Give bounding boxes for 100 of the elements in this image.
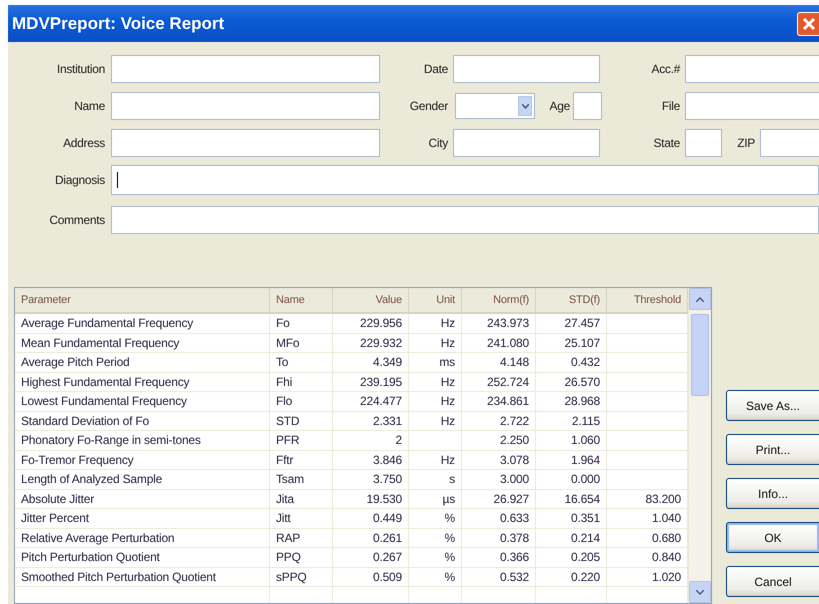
table-cell: Phonatory Fo-Range in semi-tones — [15, 430, 270, 450]
table-cell: Tsam — [270, 470, 332, 489]
gender-dropdown[interactable] — [455, 93, 535, 119]
table-cell: 0.432 — [536, 352, 606, 372]
table-cell: 3.750 — [332, 470, 408, 489]
table-cell: 1.964 — [536, 450, 606, 470]
table-cell: To — [270, 352, 332, 372]
input-field[interactable] — [111, 206, 819, 234]
table-cell: 4.148 — [462, 352, 536, 372]
input-field[interactable] — [685, 129, 722, 157]
table-cell: Fftr — [270, 450, 332, 470]
column-header[interactable]: Unit — [408, 288, 462, 313]
table-cell: 1.020 — [606, 567, 688, 586]
table-cell: 0.532 — [462, 567, 536, 586]
table-cell: 3.000 — [462, 470, 536, 489]
text-cursor — [117, 172, 118, 188]
field-label: Acc.# — [650, 62, 680, 76]
table-cell: 0.680 — [606, 528, 688, 548]
table-cell: PPQ — [270, 548, 332, 567]
table-cell: 1.060 — [536, 430, 606, 450]
field-label: State — [652, 136, 680, 150]
table-cell: 0.214 — [536, 528, 606, 548]
column-header[interactable]: Parameter — [15, 288, 270, 313]
table-cell: 2 — [332, 430, 408, 450]
table-cell: Jitter Percent — [15, 508, 270, 528]
table-cell: 26.927 — [462, 489, 536, 508]
scroll-down-button[interactable] — [689, 581, 711, 603]
dialog-button[interactable]: Cancel — [726, 566, 819, 597]
table-cell: Mean Fundamental Frequency — [15, 333, 270, 352]
field-label: File — [660, 99, 680, 113]
table-cell: ms — [408, 352, 462, 372]
table-cell: 27.457 — [536, 313, 606, 333]
input-field[interactable] — [685, 55, 819, 83]
table-cell: STD — [270, 411, 332, 430]
table-cell: 2.722 — [462, 411, 536, 430]
input-field[interactable] — [111, 92, 380, 120]
table-cell: 229.932 — [332, 333, 408, 352]
table-cell: 0.261 — [332, 528, 408, 548]
close-icon — [802, 16, 816, 30]
field-label: Institution — [56, 62, 105, 76]
input-field[interactable] — [685, 92, 819, 120]
table-cell: Pitch Perturbation Quotient — [15, 548, 270, 567]
table-cell: 252.724 — [462, 372, 536, 392]
field-label: Address — [62, 136, 105, 150]
scroll-up-button[interactable] — [689, 288, 711, 310]
input-field[interactable] — [111, 129, 380, 157]
table-cell: 0.205 — [536, 548, 606, 567]
field-label: Comments — [48, 213, 105, 227]
input-field[interactable] — [453, 55, 600, 83]
table-cell: 3.846 — [332, 450, 408, 470]
column-header[interactable]: Norm(f) — [462, 288, 536, 313]
dialog-button[interactable]: Print... — [726, 434, 819, 465]
column-header[interactable]: Threshold — [606, 288, 688, 313]
table-cell: 83.200 — [606, 489, 688, 508]
dialog-button[interactable]: OK — [726, 522, 819, 553]
table-cell: Hz — [408, 313, 462, 333]
dialog-button[interactable]: Info... — [726, 478, 819, 509]
table-cell: Hz — [408, 372, 462, 392]
table-cell: 16.654 — [536, 489, 606, 508]
table-cell: Highest Fundamental Frequency — [15, 372, 270, 392]
column-header[interactable]: Name — [270, 288, 332, 313]
field-label: Age — [548, 99, 570, 113]
table-cell: sPPQ — [270, 567, 332, 586]
table-cell: Relative Average Perturbation — [15, 528, 270, 548]
window-title: MDVPreport: Voice Report — [11, 14, 224, 34]
chevron-down-icon — [696, 590, 704, 594]
input-field[interactable] — [760, 129, 819, 157]
table-cell: Jitt — [270, 508, 332, 528]
dialog-button[interactable]: Save As... — [726, 390, 819, 421]
table-cell: Fo — [270, 313, 332, 333]
table-cell: Average Fundamental Frequency — [15, 313, 270, 333]
input-field[interactable] — [111, 165, 819, 195]
scrollbar-thumb[interactable] — [691, 314, 709, 396]
table-cell: 3.078 — [462, 450, 536, 470]
field-label: Date — [422, 62, 448, 76]
table-cell: 2.115 — [536, 411, 606, 430]
table-cell: 0.449 — [332, 508, 408, 528]
table-cell: Standard Deviation of Fo — [15, 411, 270, 430]
table-cell: 0.840 — [606, 548, 688, 567]
input-field[interactable] — [573, 92, 602, 120]
close-button[interactable] — [797, 12, 819, 36]
table-cell: 0.633 — [462, 508, 536, 528]
table-cell: Smoothed Pitch Perturbation Quotient — [15, 567, 270, 586]
table-cell: 1.040 — [606, 508, 688, 528]
table-cell: 2.331 — [332, 411, 408, 430]
table-cell: Hz — [408, 411, 462, 430]
table-cell: PFR — [270, 430, 332, 450]
table-cell: Lowest Fundamental Frequency — [15, 392, 270, 411]
column-header[interactable]: STD(f) — [536, 288, 606, 313]
input-field[interactable] — [111, 55, 380, 83]
table-cell: 19.530 — [332, 489, 408, 508]
table-cell: Average Pitch Period — [15, 352, 270, 372]
table-cell: Hz — [408, 392, 462, 411]
column-header[interactable]: Value — [332, 288, 408, 313]
table-cell: % — [408, 528, 462, 548]
table-cell: Length of Analyzed Sample — [15, 470, 270, 489]
table-cell: 239.195 — [332, 372, 408, 392]
table-cell: 0.509 — [332, 567, 408, 586]
input-field[interactable] — [453, 129, 600, 157]
table-cell: % — [408, 508, 462, 528]
